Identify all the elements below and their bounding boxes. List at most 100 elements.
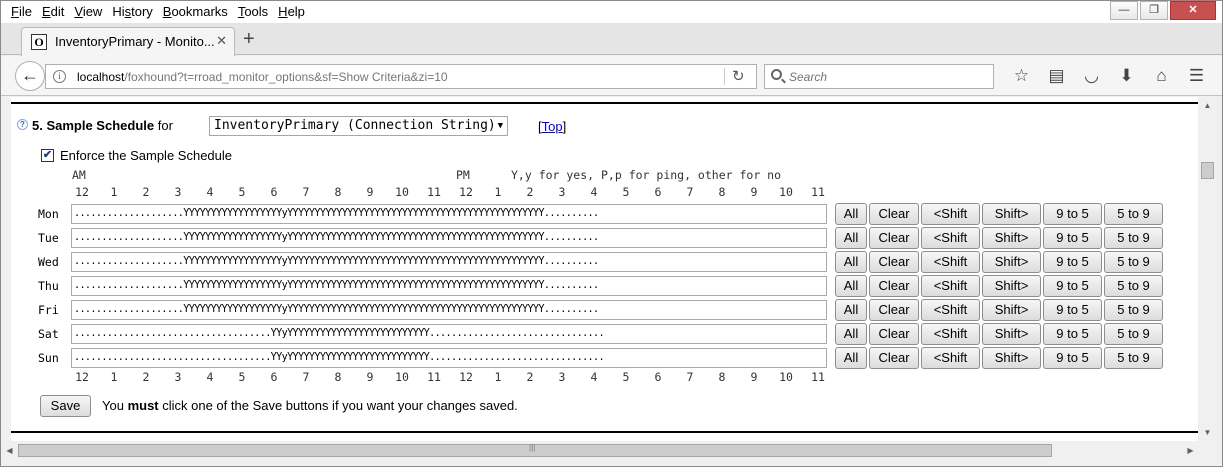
- all-button[interactable]: All: [835, 227, 867, 249]
- scroll-right-icon[interactable]: ▶: [1182, 442, 1199, 459]
- nine-to-five-button[interactable]: 9 to 5: [1043, 275, 1102, 297]
- minimize-button[interactable]: —: [1110, 1, 1138, 20]
- tab-inventoryprimary[interactable]: O InventoryPrimary - Monito... ✕: [21, 27, 235, 56]
- vertical-scroll-thumb[interactable]: [1201, 162, 1214, 179]
- clear-button[interactable]: Clear: [869, 251, 919, 273]
- shift-left-button[interactable]: <Shift: [921, 347, 980, 369]
- shift-right-button[interactable]: Shift>: [982, 323, 1041, 345]
- five-to-nine-button[interactable]: 5 to 9: [1104, 275, 1163, 297]
- all-button[interactable]: All: [835, 251, 867, 273]
- shift-left-button[interactable]: <Shift: [921, 299, 980, 321]
- schedule-input-tue[interactable]: ....................YYYYYYYYYYYYYYYYYYyY…: [71, 228, 827, 248]
- reading-list-icon[interactable]: ▤: [1039, 64, 1074, 88]
- five-to-nine-button[interactable]: 5 to 9: [1104, 323, 1163, 345]
- shift-left-button[interactable]: <Shift: [921, 251, 980, 273]
- save-button[interactable]: Save: [40, 395, 91, 417]
- restore-button[interactable]: ❐: [1140, 1, 1168, 20]
- nine-to-five-button[interactable]: 9 to 5: [1043, 323, 1102, 345]
- url-separator: [724, 68, 725, 85]
- clear-button[interactable]: Clear: [869, 347, 919, 369]
- back-button[interactable]: ←: [15, 61, 45, 91]
- dsn-selected-value: InventoryPrimary (Connection String): [214, 118, 496, 133]
- horizontal-scroll-thumb[interactable]: |||: [18, 443, 1052, 457]
- shift-right-button[interactable]: Shift>: [982, 299, 1041, 321]
- bottom-divider: [11, 431, 1198, 433]
- download-icon[interactable]: ⬇: [1109, 64, 1144, 88]
- day-label: Sat: [38, 327, 59, 341]
- menu-item[interactable]: View: [69, 1, 107, 23]
- menu-item[interactable]: History: [107, 1, 157, 23]
- top-link-group: [Top]: [538, 119, 566, 134]
- shift-left-button[interactable]: <Shift: [921, 203, 980, 225]
- bottom-hour-label: 4: [206, 370, 214, 384]
- top-hour-label: 11: [811, 185, 825, 199]
- all-button[interactable]: All: [835, 299, 867, 321]
- tab-close-icon[interactable]: ✕: [216, 33, 227, 49]
- url-text[interactable]: localhost/foxhound?t=rroad_monitor_optio…: [77, 70, 448, 84]
- nine-to-five-button[interactable]: 9 to 5: [1043, 299, 1102, 321]
- bookmark-star-icon[interactable]: ☆: [1004, 64, 1039, 88]
- url-bar[interactable]: i localhost/foxhound?t=rroad_monitor_opt…: [45, 64, 757, 89]
- nine-to-five-button[interactable]: 9 to 5: [1043, 251, 1102, 273]
- search-bar[interactable]: [764, 64, 994, 89]
- schedule-input-wed[interactable]: ....................YYYYYYYYYYYYYYYYYYyY…: [71, 252, 827, 272]
- scroll-up-icon[interactable]: ▲: [1199, 97, 1216, 114]
- five-to-nine-button[interactable]: 5 to 9: [1104, 251, 1163, 273]
- nine-to-five-button[interactable]: 9 to 5: [1043, 203, 1102, 225]
- bottom-hour-label: 1: [110, 370, 118, 384]
- menu-item[interactable]: Edit: [37, 1, 69, 23]
- dsn-select[interactable]: InventoryPrimary (Connection String) ▼: [209, 116, 508, 136]
- vertical-scrollbar[interactable]: ▲ ▼: [1199, 97, 1216, 441]
- five-to-nine-button[interactable]: 5 to 9: [1104, 227, 1163, 249]
- clear-button[interactable]: Clear: [869, 299, 919, 321]
- menu-item[interactable]: Bookmarks: [158, 1, 233, 23]
- five-to-nine-button[interactable]: 5 to 9: [1104, 299, 1163, 321]
- home-icon[interactable]: ⌂: [1144, 64, 1179, 88]
- all-button[interactable]: All: [835, 347, 867, 369]
- help-icon[interactable]: ?: [17, 119, 28, 130]
- shift-right-button[interactable]: Shift>: [982, 203, 1041, 225]
- five-to-nine-button[interactable]: 5 to 9: [1104, 203, 1163, 225]
- five-to-nine-button[interactable]: 5 to 9: [1104, 347, 1163, 369]
- hamburger-menu-icon[interactable]: ☰: [1179, 64, 1214, 88]
- all-button[interactable]: All: [835, 275, 867, 297]
- menu-item[interactable]: Tools: [233, 1, 273, 23]
- menu-item-accesskey: V: [74, 4, 83, 19]
- clear-button[interactable]: Clear: [869, 227, 919, 249]
- all-button[interactable]: All: [835, 323, 867, 345]
- close-window-button[interactable]: ✕: [1170, 1, 1216, 20]
- pocket-icon[interactable]: ◡: [1074, 64, 1109, 88]
- site-info-icon[interactable]: i: [53, 70, 66, 83]
- schedule-input-sun[interactable]: ....................................YYyY…: [71, 348, 827, 368]
- schedule-input-sat[interactable]: ....................................YYyY…: [71, 324, 827, 344]
- new-tab-button[interactable]: +: [243, 29, 255, 49]
- clear-button[interactable]: Clear: [869, 323, 919, 345]
- schedule-input-fri[interactable]: ....................YYYYYYYYYYYYYYYYYYyY…: [71, 300, 827, 320]
- nine-to-five-button[interactable]: 9 to 5: [1043, 347, 1102, 369]
- day-button-row: All Clear <Shift Shift> 9 to 55 to 9: [835, 251, 1165, 273]
- shift-left-button[interactable]: <Shift: [921, 323, 980, 345]
- bottom-hour-label: 11: [811, 370, 825, 384]
- shift-right-button[interactable]: Shift>: [982, 347, 1041, 369]
- bottom-hour-label: 8: [718, 370, 726, 384]
- clear-button[interactable]: Clear: [869, 203, 919, 225]
- nine-to-five-button[interactable]: 9 to 5: [1043, 227, 1102, 249]
- clear-button[interactable]: Clear: [869, 275, 919, 297]
- schedule-input-thu[interactable]: ....................YYYYYYYYYYYYYYYYYYyY…: [71, 276, 827, 296]
- reload-icon[interactable]: ↻: [732, 67, 745, 85]
- shift-left-button[interactable]: <Shift: [921, 275, 980, 297]
- shift-right-button[interactable]: Shift>: [982, 251, 1041, 273]
- menu-item[interactable]: File: [6, 1, 37, 23]
- top-link[interactable]: Top: [542, 119, 563, 134]
- shift-left-button[interactable]: <Shift: [921, 227, 980, 249]
- schedule-input-mon[interactable]: ....................YYYYYYYYYYYYYYYYYYyY…: [71, 204, 827, 224]
- shift-right-button[interactable]: Shift>: [982, 227, 1041, 249]
- menu-item[interactable]: Help: [273, 1, 310, 23]
- shift-right-button[interactable]: Shift>: [982, 275, 1041, 297]
- scroll-down-icon[interactable]: ▼: [1199, 424, 1216, 441]
- horizontal-scrollbar[interactable]: ◀ ||| ▶: [1, 442, 1199, 459]
- all-button[interactable]: All: [835, 203, 867, 225]
- scroll-left-icon[interactable]: ◀: [1, 442, 18, 459]
- search-input[interactable]: [789, 68, 989, 85]
- enforce-schedule-checkbox[interactable]: ✔: [41, 149, 54, 162]
